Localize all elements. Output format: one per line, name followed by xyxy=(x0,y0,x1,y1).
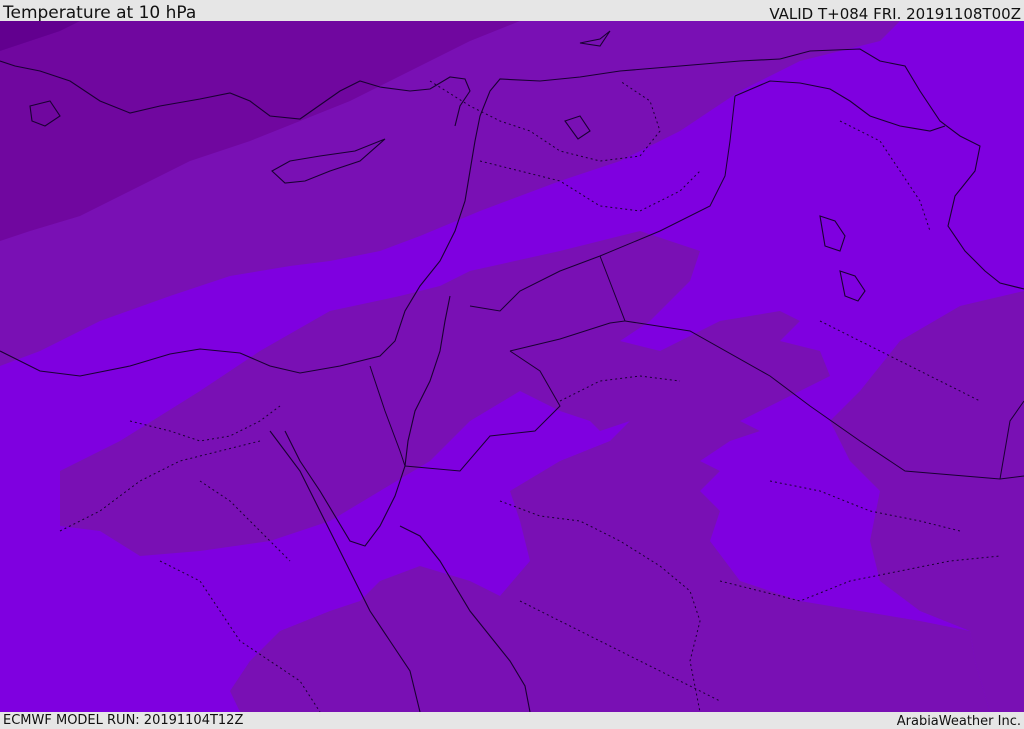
map-canvas xyxy=(0,21,1024,712)
header-bar: Temperature at 10 hPa VALID T+084 FRI. 2… xyxy=(0,0,1024,23)
credit: ArabiaWeather Inc. xyxy=(896,714,1021,729)
model-run: ECMWF MODEL RUN: 20191104T12Z xyxy=(3,713,244,728)
map-title: Temperature at 10 hPa xyxy=(3,3,197,23)
footer-bar: ECMWF MODEL RUN: 20191104T12Z ArabiaWeat… xyxy=(0,712,1024,729)
temperature-map[interactable] xyxy=(0,21,1024,712)
